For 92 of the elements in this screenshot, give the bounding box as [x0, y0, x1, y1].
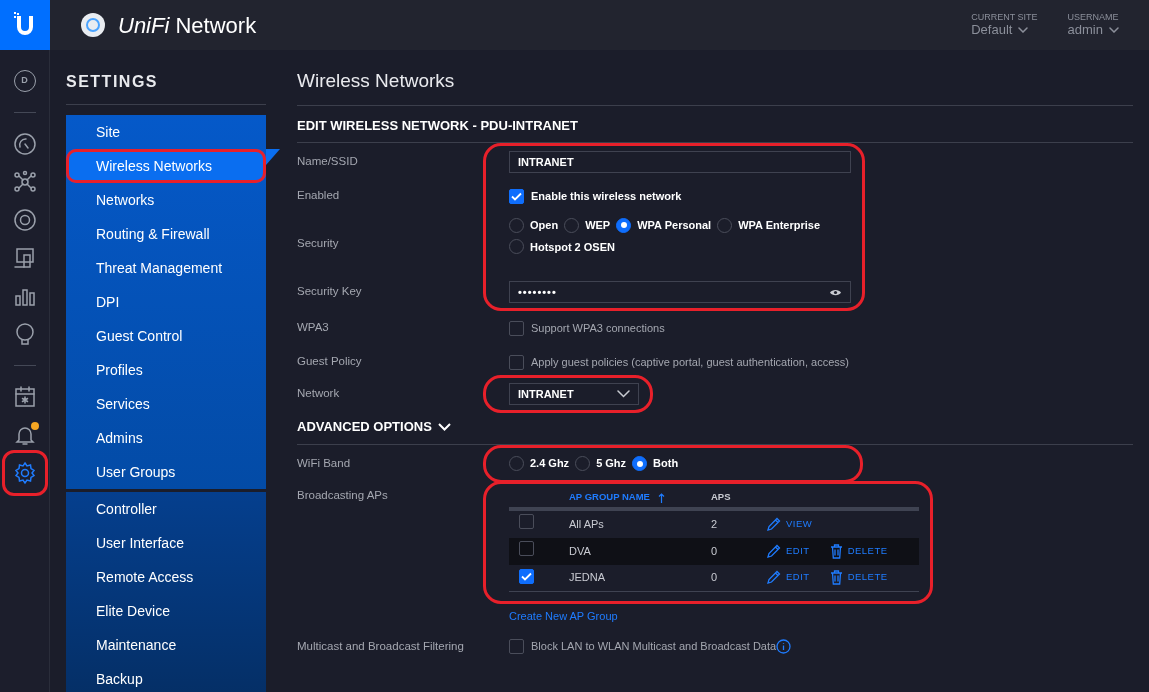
- info-icon[interactable]: [776, 639, 792, 654]
- network-select[interactable]: INTRANET: [509, 383, 639, 405]
- sort-arrow-icon: [657, 492, 665, 503]
- sidebar-item[interactable]: Elite Device: [66, 594, 266, 628]
- logo[interactable]: [0, 0, 50, 50]
- sidebar-item[interactable]: Routing & Firewall: [66, 217, 266, 251]
- pencil-icon: [766, 516, 781, 532]
- field-label: Broadcasting APs: [297, 487, 388, 503]
- chevron-down-icon: [437, 422, 451, 431]
- delete-button[interactable]: DELETE: [829, 570, 888, 585]
- sidebar-title: SETTINGS: [66, 50, 266, 105]
- field-label: Security: [297, 236, 339, 252]
- notification-dot: [30, 422, 39, 430]
- edit-button[interactable]: VIEW: [766, 516, 813, 532]
- eye-icon[interactable]: [829, 287, 842, 297]
- sidebar-item[interactable]: Remote Access: [66, 560, 266, 594]
- sidebar-item[interactable]: Admins: [66, 421, 266, 455]
- checkbox[interactable]: [519, 569, 534, 585]
- create-ap-group-link[interactable]: Create New AP Group: [509, 608, 618, 625]
- sidebar-item[interactable]: Networks: [66, 183, 266, 217]
- field-label: Name/SSID: [297, 154, 358, 170]
- table-cell-text: DVA: [569, 543, 592, 559]
- devices-icon: [12, 246, 37, 270]
- pencil-icon: [766, 543, 781, 559]
- password-input[interactable]: ••••••••: [509, 281, 851, 303]
- sidebar-item[interactable]: Backup: [66, 662, 266, 692]
- site-dropdown[interactable]: Default: [971, 22, 1038, 38]
- app-title: UniFi Network: [118, 11, 257, 40]
- settings-icon: [12, 461, 37, 485]
- section-title: EDIT WIRELESS NETWORK - PDU-INTRANET: [297, 116, 578, 135]
- table-cell-text: All APs: [569, 516, 605, 532]
- chevron-down-icon: [1109, 27, 1119, 34]
- column-header[interactable]: AP GROUP NAME: [569, 490, 711, 505]
- ssid-input[interactable]: INTRANET: [509, 151, 851, 173]
- column-header: APS: [711, 490, 732, 505]
- sidebar-item[interactable]: User Groups: [66, 455, 266, 489]
- sidebar-item[interactable]: Guest Control: [66, 319, 266, 353]
- radio-option[interactable]: 5 Ghz: [575, 455, 627, 472]
- checkbox[interactable]: [519, 514, 534, 530]
- chevron-down-icon: [617, 390, 630, 398]
- network-nodes-icon: [12, 170, 37, 194]
- table-cell-text: 2: [711, 516, 719, 532]
- page-title: Wireless Networks: [297, 50, 1133, 106]
- field-label: WiFi Band: [297, 455, 351, 471]
- field-label: Multicast and Broadcast Filtering: [297, 638, 464, 654]
- gauge-icon: [12, 132, 37, 156]
- radio-option[interactable]: Open: [509, 217, 559, 234]
- sidebar-item[interactable]: Profiles: [66, 353, 266, 387]
- section-toggle[interactable]: ADVANCED OPTIONS: [297, 417, 451, 437]
- radio-option[interactable]: WPA Enterprise: [717, 217, 821, 234]
- sidebar-item[interactable]: DPI: [66, 285, 266, 319]
- checkbox-label: Support WPA3 connections: [531, 320, 665, 336]
- delete-button[interactable]: DELETE: [829, 543, 888, 559]
- sidebar-item[interactable]: User Interface: [66, 526, 266, 560]
- checkbox[interactable]: [509, 320, 524, 336]
- radio-option[interactable]: WEP: [564, 217, 611, 234]
- table-cell-text: 0: [711, 570, 719, 586]
- field-label: Enabled: [297, 188, 340, 204]
- radio-option[interactable]: Hotspot 2 OSEN: [509, 238, 615, 255]
- field-label: Guest Policy: [297, 354, 362, 370]
- checkbox[interactable]: [509, 354, 524, 370]
- sidebar-item[interactable]: Threat Management: [66, 251, 266, 285]
- trash-icon: [829, 543, 843, 559]
- sidebar-item[interactable]: Services: [66, 387, 266, 421]
- target-circle-icon: [12, 208, 37, 232]
- field-label: Security Key: [297, 284, 362, 300]
- pencil-icon: [766, 570, 781, 585]
- checkbox-label: Apply guest policies (captive portal, guest authentication, access): [531, 354, 849, 370]
- table-cell-text: 0: [711, 543, 719, 559]
- sidebar-item[interactable]: Site: [66, 115, 266, 149]
- username-label: USERNAME: [1067, 12, 1119, 23]
- checkbox[interactable]: [519, 541, 534, 557]
- trash-icon: [829, 570, 843, 585]
- checkbox[interactable]: [509, 188, 524, 204]
- user-dropdown[interactable]: admin: [1067, 22, 1119, 38]
- site-label: CURRENT SITE: [971, 12, 1038, 23]
- field-label: WPA3: [297, 320, 329, 336]
- checkbox-label: Enable this wireless network: [531, 188, 682, 204]
- radio-option[interactable]: 2.4 Ghz: [509, 455, 570, 472]
- checkbox-label: Block LAN to WLAN Multicast and Broadcast Data: [531, 639, 777, 655]
- calendar-icon: [12, 385, 37, 409]
- checkbox[interactable]: [509, 639, 524, 654]
- radio-option[interactable]: WPA Personal: [616, 217, 712, 234]
- table-cell-text: JEDNA: [569, 570, 607, 586]
- radio-option[interactable]: Both: [632, 455, 679, 472]
- sidebar-item[interactable]: Controller: [66, 492, 266, 526]
- chevron-down-icon: [1018, 27, 1029, 34]
- edit-button[interactable]: EDIT: [766, 543, 810, 559]
- edit-button[interactable]: EDIT: [766, 570, 810, 585]
- sidebar-item[interactable]: Maintenance: [66, 628, 266, 662]
- field-label: Network: [297, 386, 340, 402]
- app-logo-icon: [80, 12, 106, 38]
